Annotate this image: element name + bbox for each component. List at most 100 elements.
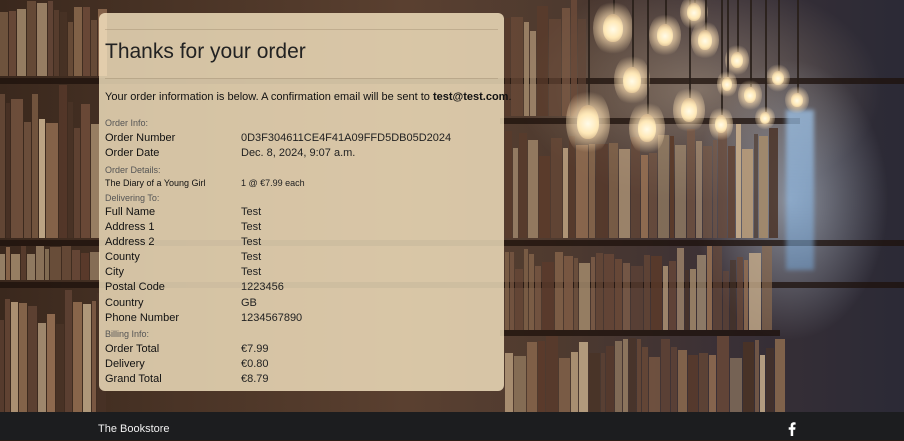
intro-end: . (508, 91, 512, 103)
country-value: GB (241, 297, 257, 309)
book-spine (661, 339, 670, 412)
light-bulb (722, 77, 732, 91)
county-label: County (105, 251, 140, 263)
postal-code-label: Postal Code (105, 281, 165, 293)
book-spine (589, 144, 595, 238)
book-spine (19, 303, 27, 412)
book-spine (609, 143, 618, 238)
book-spine (759, 136, 768, 238)
book-spine (59, 85, 67, 238)
book-spine (38, 323, 46, 412)
city-value: Test (241, 266, 262, 278)
book-spine (81, 253, 89, 280)
book-spine (65, 290, 72, 412)
shelf (500, 330, 780, 336)
book-spine (596, 253, 603, 330)
light-bulb (715, 115, 727, 133)
book-spine (623, 263, 630, 330)
address1-value: Test (241, 221, 262, 233)
book-spine (669, 261, 676, 330)
book-spine (615, 341, 622, 412)
book-spine (769, 128, 778, 238)
light-bulb (772, 71, 784, 85)
book-spine (32, 94, 38, 238)
book-spine (24, 122, 31, 238)
book-spine (91, 20, 97, 76)
confirmation-email: test@test.com (432, 91, 509, 103)
book-spine (74, 7, 82, 76)
footer-brand[interactable]: The Bookstore (98, 423, 170, 435)
book-spine (6, 103, 10, 238)
section-order-details: Order Details: (105, 165, 161, 175)
book-spine (755, 340, 759, 412)
book-spine (551, 138, 562, 238)
book-spine (631, 266, 643, 330)
book-spine (619, 149, 630, 238)
book-spine (0, 320, 4, 412)
light-bulb (744, 87, 756, 103)
book-spine (564, 256, 573, 330)
book-spine (687, 129, 695, 238)
book-spine (663, 266, 668, 330)
section-billing-info: Billing Info: (105, 329, 150, 339)
book-spine (574, 258, 578, 330)
intro-text: Your order information is below. A confi… (105, 91, 433, 103)
book-spine (56, 324, 64, 412)
section-delivering-to: Delivering To: (105, 193, 160, 203)
light-bulb (687, 3, 701, 21)
book-spine (651, 256, 662, 330)
book-spine (519, 133, 527, 238)
book-spine (68, 22, 73, 76)
light-bulb (698, 30, 712, 50)
book-spine (623, 339, 628, 412)
book-spine (728, 146, 735, 238)
site-footer: The Bookstore (0, 412, 904, 440)
light-bulb (657, 24, 673, 46)
book-spine (514, 356, 526, 412)
delivery-value: €0.80 (241, 358, 269, 370)
divider (105, 78, 498, 79)
order-date-value: Dec. 8, 2024, 9:07 a.m. (241, 147, 356, 159)
book-spine (542, 262, 554, 330)
lamp-cord (750, 0, 752, 87)
country-label: Country (105, 297, 144, 309)
book-spine (707, 246, 712, 330)
book-spine (27, 1, 36, 76)
book-spine (505, 131, 512, 238)
book-spine (775, 339, 785, 412)
book-spine (46, 123, 58, 238)
address2-value: Test (241, 236, 262, 248)
book-spine (505, 353, 513, 412)
book-spine (718, 127, 727, 238)
book-spine (606, 346, 614, 412)
book-spine (589, 353, 600, 412)
facebook-icon[interactable] (786, 422, 798, 436)
order-item-qty-price: 1 @ €7.99 each (241, 178, 305, 188)
phone-number-label: Phone Number (105, 312, 179, 324)
book-spine (696, 141, 702, 238)
book-spine (538, 341, 545, 412)
book-spine (596, 144, 608, 238)
book-spine (569, 136, 575, 238)
book-spine (511, 17, 523, 116)
book-spine (579, 263, 590, 330)
grand-total-label: Grand Total (105, 373, 162, 385)
book-spine (744, 260, 748, 330)
book-spine (528, 140, 538, 238)
book-spine (28, 306, 37, 412)
address1-label: Address 1 (105, 221, 155, 233)
book-spine (742, 149, 753, 238)
light-bulb (623, 67, 641, 93)
book-spine (47, 314, 55, 412)
book-spine (505, 252, 509, 330)
full-name-label: Full Name (105, 206, 156, 218)
book-spine (717, 336, 729, 412)
book-spine (562, 8, 570, 116)
book-spine (685, 270, 689, 330)
book-spine (535, 266, 541, 330)
book-spine (83, 304, 91, 412)
book-spine (601, 353, 605, 412)
book-spine (677, 248, 684, 330)
book-spine (17, 9, 26, 76)
book-spine (615, 259, 622, 330)
